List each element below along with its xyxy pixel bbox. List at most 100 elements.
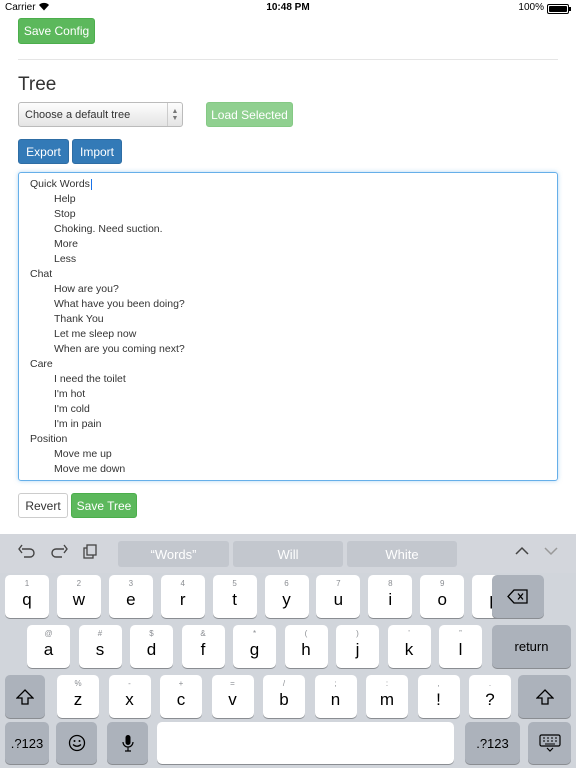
paste-icon[interactable] — [82, 544, 98, 564]
key-row3-4[interactable]: / b — [263, 675, 305, 718]
tree-child-line: I need the toilet — [54, 373, 126, 385]
key-hint: 9 — [439, 579, 445, 588]
divider — [18, 59, 558, 60]
undo-icon[interactable] — [18, 544, 36, 564]
key-hint: ; — [334, 679, 337, 688]
key-hint: 4 — [180, 579, 185, 588]
import-button[interactable]: Import — [72, 139, 122, 164]
tree-category-line: Quick Words — [30, 178, 92, 190]
battery-percent: 100% — [518, 2, 544, 13]
key-row1-8[interactable]: 9o — [420, 575, 465, 618]
save-tree-button[interactable]: Save Tree — [71, 493, 137, 518]
delete-key[interactable] — [492, 575, 544, 618]
status-bar: Carrier 10:48 PM 100% — [0, 0, 576, 16]
tree-child-line: I'm cold — [54, 403, 90, 415]
key-label: o — [437, 590, 447, 609]
tree-child-line: How are you? — [54, 283, 119, 295]
onscreen-keyboard: “Words” Will White 1q2w3e4r5t6y7u8i9o0p@… — [0, 534, 576, 768]
key-label: w — [72, 590, 86, 609]
numbers-key-right[interactable]: .?123 — [465, 722, 520, 764]
load-selected-button[interactable]: Load Selected — [206, 102, 293, 127]
status-time: 10:48 PM — [266, 2, 310, 13]
key-row1-0[interactable]: 1q — [5, 575, 49, 618]
key-row3-1[interactable]: -x — [108, 675, 151, 718]
revert-button[interactable]: Revert — [18, 493, 68, 518]
key-label: t — [232, 590, 237, 609]
tree-category-line: Care — [30, 358, 53, 370]
key-hint: & — [200, 629, 206, 638]
default-tree-select[interactable]: Choose a default tree ▲ ▼ — [18, 102, 183, 127]
key-row1-4[interactable]: 5t — [212, 575, 257, 618]
shift-key-right[interactable] — [518, 675, 571, 718]
key-row3-3[interactable]: = v — [211, 675, 254, 718]
key-label: e — [126, 590, 136, 609]
suggestion-bar: “Words” Will White — [0, 534, 576, 573]
space-key[interactable] — [157, 722, 454, 764]
key-label: u — [333, 590, 344, 609]
key-hint: : — [385, 679, 389, 688]
tree-child-line: More — [54, 238, 78, 250]
suggestion-3[interactable]: White — [347, 541, 457, 567]
key-row1-6[interactable]: 7u — [316, 575, 361, 618]
key-row1-7[interactable]: 8i — [368, 575, 413, 618]
key-row2-7[interactable]: ’ k — [387, 625, 431, 668]
key-label: ? — [485, 690, 495, 709]
key-row3-8[interactable]: .? — [469, 675, 511, 718]
key-row2-3[interactable]: & f — [181, 625, 225, 668]
key-row3-2[interactable]: + c — [160, 675, 202, 718]
key-row2-8[interactable]: ” l — [439, 625, 482, 668]
key-hint: = — [230, 679, 235, 688]
keyboard-hide-icon — [528, 722, 571, 764]
key-hint: ( — [304, 629, 308, 638]
key-row1-1[interactable]: 2w — [56, 575, 101, 618]
tree-child-line: Thank You — [54, 313, 104, 325]
key-hint: @ — [44, 629, 53, 638]
emoji-key[interactable] — [56, 722, 97, 764]
key-row3-6[interactable]: :m — [366, 675, 408, 718]
key-label: f — [200, 640, 206, 659]
key-hint: * — [252, 629, 257, 638]
export-button[interactable]: Export — [18, 139, 69, 164]
key-row3-5[interactable]: ; n — [314, 675, 357, 718]
key-row1-5[interactable]: 6y — [264, 575, 309, 618]
key-hint: 5 — [232, 579, 237, 588]
text-caret — [90, 178, 92, 190]
key-label: x — [125, 690, 134, 709]
key-hint: ” — [459, 629, 462, 638]
chevron-down-icon[interactable] — [543, 544, 559, 561]
key-label: c — [176, 690, 186, 709]
key-hint: 6 — [284, 579, 289, 588]
suggestion-1[interactable]: “Words” — [118, 541, 229, 567]
key-row2-5[interactable]: (h — [284, 625, 328, 668]
numbers-label: .?123 — [10, 735, 44, 751]
numbers-key-left[interactable]: .?123 — [5, 722, 49, 764]
key-label: g — [249, 640, 260, 659]
key-label: i — [388, 590, 393, 609]
key-label: n — [330, 690, 341, 709]
tree-child-line: What have you been doing? — [54, 298, 185, 310]
hide-keyboard-key[interactable] — [528, 722, 571, 764]
select-arrow-icon: ▲ ▼ — [167, 103, 182, 126]
redo-icon[interactable] — [50, 544, 68, 564]
key-label: r — [179, 590, 186, 609]
key-row1-2[interactable]: 3e — [108, 575, 153, 618]
key-row2-6[interactable]: ) j — [336, 625, 379, 668]
key-row2-2[interactable]: $ d — [130, 625, 173, 668]
tree-textarea[interactable]: Quick Words Help Stop Choking. Need suction… — [18, 172, 558, 481]
key-row2-4[interactable]: * g — [233, 625, 276, 668]
chevron-up-icon[interactable] — [514, 544, 530, 561]
key-row3-7[interactable]: ,! — [417, 675, 460, 718]
return-key[interactable]: return — [492, 625, 571, 668]
emoji-icon — [56, 722, 97, 764]
tree-child-line: Move me up — [54, 448, 112, 460]
suggestion-2[interactable]: Will — [233, 541, 343, 567]
shift-key-left[interactable] — [5, 675, 45, 718]
tree-child-line: Let me sleep now — [54, 328, 137, 340]
key-row1-3[interactable]: 4r — [160, 575, 205, 618]
key-row3-0[interactable]: % z — [57, 675, 99, 718]
key-row2-0[interactable]: @ a — [27, 625, 70, 668]
key-row2-1[interactable]: # s — [78, 625, 122, 668]
delete-icon — [492, 575, 544, 618]
save-config-button[interactable]: Save Config — [18, 18, 95, 44]
dictation-key[interactable] — [107, 722, 148, 764]
